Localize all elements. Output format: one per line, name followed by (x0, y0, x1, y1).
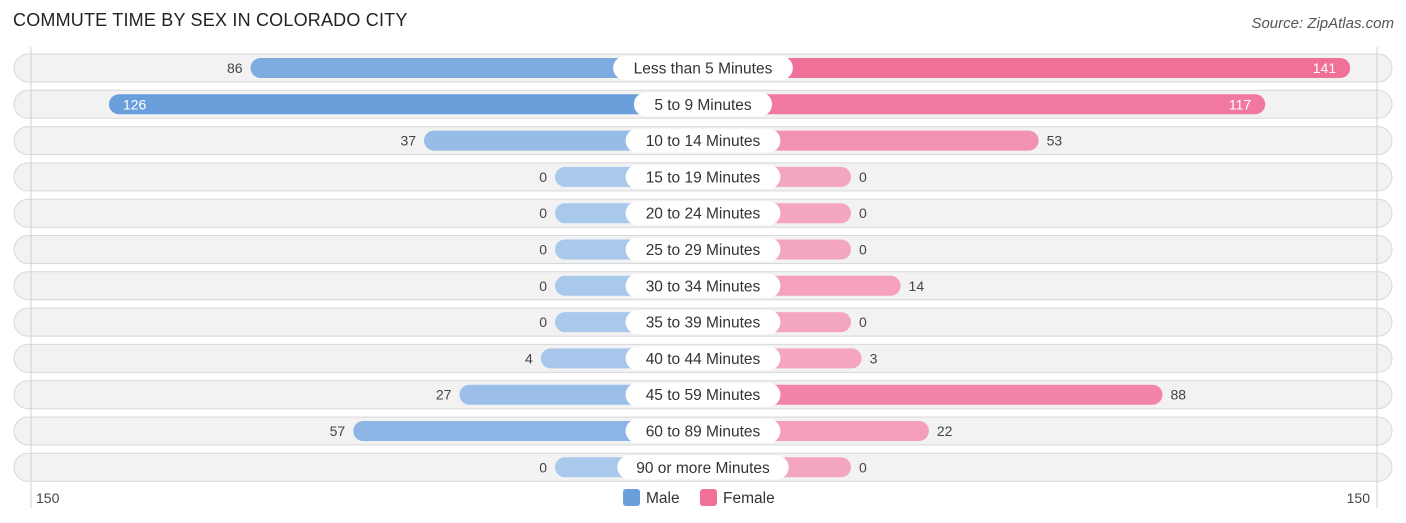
legend-swatch-male (623, 489, 640, 506)
value-label-male: 0 (539, 459, 547, 475)
chart-row: 86 141 Less than 5 Minutes (13, 53, 1393, 83)
legend-item-male[interactable]: Male (623, 489, 680, 507)
category-label: 15 to 19 Minutes (646, 169, 761, 186)
category-label: 40 to 44 Minutes (646, 351, 761, 368)
value-label-female: 3 (870, 350, 878, 366)
chart-row: 0 0 90 or more Minutes (13, 452, 1393, 482)
chart-row: 126 117 5 to 9 Minutes (13, 89, 1393, 119)
legend-swatch-female (700, 489, 717, 506)
value-label-male: 0 (539, 314, 547, 330)
value-label-male: 126 (123, 96, 147, 112)
legend: Male Female (623, 489, 775, 507)
diverging-bar-chart: 86 141 Less than 5 Minutes 126 117 5 to 9 Min… (13, 47, 1393, 508)
chart-row: 57 22 60 to 89 Minutes (13, 416, 1393, 446)
bar-male (108, 94, 703, 115)
value-label-female: 22 (937, 423, 953, 439)
axis-right-max-label: 150 (1347, 490, 1371, 506)
value-label-male: 86 (227, 60, 243, 76)
category-label: 45 to 59 Minutes (646, 387, 761, 404)
chart-row: 0 0 35 to 39 Minutes (13, 307, 1393, 337)
chart-row: 27 88 45 to 59 Minutes (13, 380, 1393, 410)
value-label-female: 0 (859, 205, 867, 221)
value-label-female: 0 (859, 459, 867, 475)
value-label-male: 0 (539, 169, 547, 185)
chart-row: 0 0 15 to 19 Minutes (13, 162, 1393, 192)
value-label-female: 0 (859, 314, 867, 330)
value-label-female: 88 (1171, 387, 1187, 403)
category-label: 60 to 89 Minutes (646, 424, 761, 441)
category-label: 10 to 14 Minutes (646, 133, 761, 150)
value-label-male: 0 (539, 278, 547, 294)
value-label-male: 57 (330, 423, 346, 439)
value-label-female: 0 (859, 169, 867, 185)
bar-female (703, 58, 1351, 78)
category-label: 30 to 34 Minutes (646, 278, 761, 295)
chart-row: 37 53 10 to 14 Minutes (13, 126, 1393, 156)
axis-left-max-label: 150 (36, 490, 60, 506)
category-label: 20 to 24 Minutes (646, 206, 761, 223)
value-label-male: 0 (539, 242, 547, 258)
category-label: 25 to 29 Minutes (646, 242, 761, 259)
category-label: Less than 5 Minutes (634, 61, 773, 78)
value-label-female: 141 (1313, 60, 1337, 76)
value-label-female: 14 (909, 278, 925, 294)
value-label-male: 37 (400, 133, 416, 149)
category-label: 5 to 9 Minutes (654, 97, 752, 114)
value-label-male: 27 (436, 387, 452, 403)
chart-row: 0 0 25 to 29 Minutes (13, 235, 1393, 264)
chart-row: 0 14 30 to 34 Minutes (13, 271, 1393, 301)
legend-label-male: Male (646, 490, 680, 507)
bar-female (703, 94, 1266, 115)
value-label-female: 117 (1229, 96, 1252, 112)
category-label: 90 or more Minutes (636, 460, 770, 477)
value-label-female: 53 (1047, 133, 1063, 149)
category-label: 35 to 39 Minutes (646, 315, 761, 332)
value-label-male: 0 (539, 205, 547, 221)
chart-row: 4 3 40 to 44 Minutes (13, 343, 1393, 373)
value-label-female: 0 (859, 242, 867, 258)
legend-item-female[interactable]: Female (700, 489, 775, 507)
legend-label-female: Female (723, 490, 775, 507)
chart-rows: 86 141 Less than 5 Minutes 126 117 5 to 9 Min… (13, 53, 1393, 482)
value-label-male: 4 (525, 350, 533, 366)
chart-row: 0 0 20 to 24 Minutes (13, 198, 1393, 228)
